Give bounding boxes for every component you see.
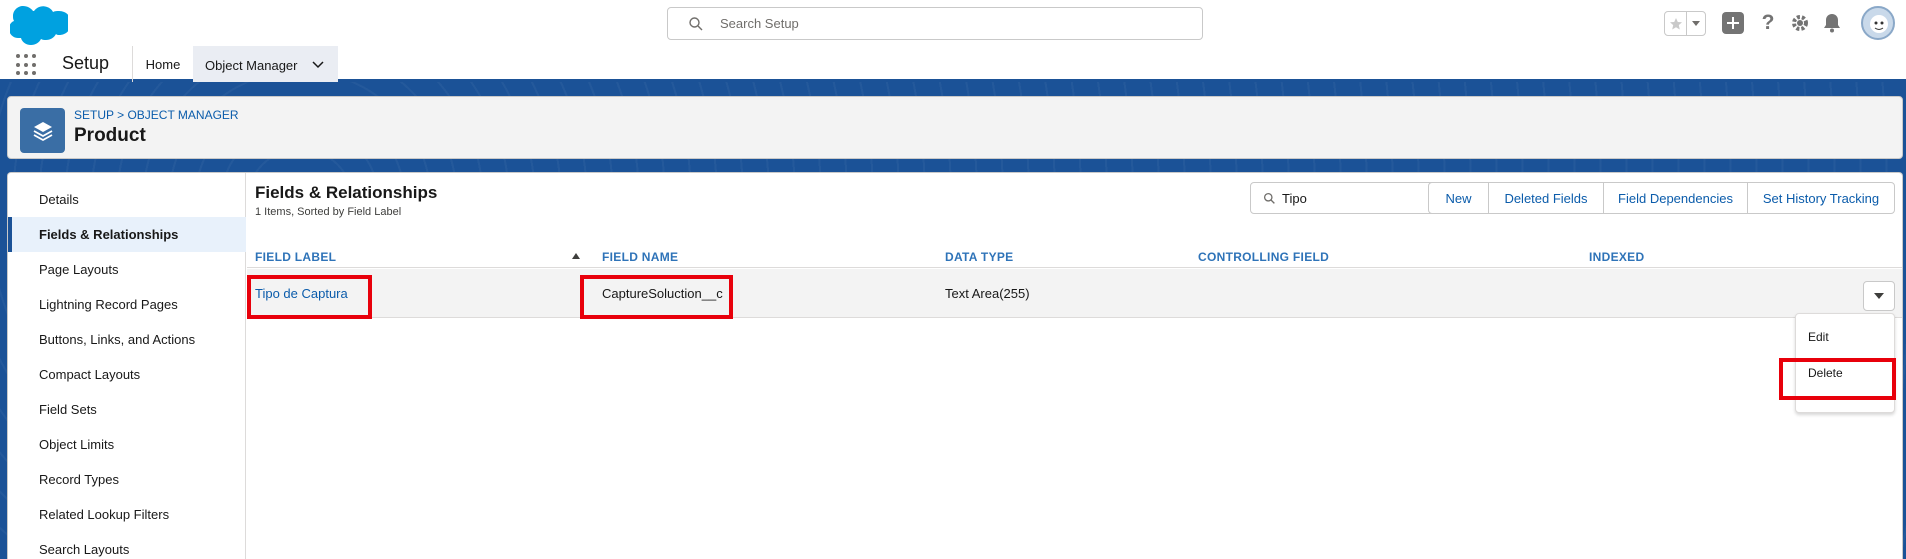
menu-item-edit[interactable]: Edit: [1796, 322, 1896, 352]
global-search-input[interactable]: Search Setup: [667, 7, 1203, 40]
row-actions-button[interactable]: [1863, 281, 1895, 311]
sidebar-item-compact-layouts[interactable]: Compact Layouts: [8, 357, 246, 392]
content-area: Fields & Relationships 1 Items, Sorted b…: [247, 173, 1902, 559]
section-subtitle: 1 Items, Sorted by Field Label: [255, 206, 402, 218]
action-button-group: New Deleted Fields Field Dependencies Se…: [1428, 182, 1895, 214]
sidebar-item-record-types[interactable]: Record Types: [8, 462, 246, 497]
tab-object-manager[interactable]: Object Manager: [193, 46, 338, 82]
table-header: FIELD LABEL FIELD NAME DATA TYPE CONTROL…: [247, 245, 1902, 268]
tab-object-manager-label: Object Manager: [205, 58, 298, 73]
sidebar-item-fields-relationships[interactable]: Fields & Relationships: [8, 217, 246, 252]
chevron-down-icon[interactable]: [1687, 12, 1705, 35]
data-type-cell: Text Area(255): [945, 286, 1030, 301]
breadcrumb[interactable]: SETUP > OBJECT MANAGER: [74, 108, 239, 122]
field-dependencies-button[interactable]: Field Dependencies: [1603, 182, 1748, 214]
app-launcher-icon[interactable]: [16, 54, 38, 76]
search-icon: [1263, 192, 1275, 204]
tab-home[interactable]: Home: [132, 46, 193, 82]
sidebar-item-buttons-links-actions[interactable]: Buttons, Links, and Actions: [8, 322, 246, 357]
context-bar: Setup Home Object Manager: [0, 46, 1906, 82]
sidebar: Details Fields & Relationships Page Layo…: [8, 173, 246, 559]
sidebar-item-details[interactable]: Details: [8, 182, 246, 217]
global-actions-add-icon[interactable]: [1722, 12, 1744, 34]
chevron-down-icon: [1874, 292, 1884, 299]
object-header: SETUP > OBJECT MANAGER Product: [7, 96, 1903, 159]
layers-icon: [20, 108, 65, 153]
set-history-tracking-button[interactable]: Set History Tracking: [1747, 182, 1895, 214]
app-name: Setup: [62, 53, 110, 73]
highlight-delete: [1779, 358, 1896, 400]
sidebar-item-page-layouts[interactable]: Page Layouts: [8, 252, 246, 287]
quick-find-value: Tipo: [1282, 191, 1307, 206]
sidebar-item-object-limits[interactable]: Object Limits: [8, 427, 246, 462]
favorites-button[interactable]: [1664, 11, 1706, 36]
column-header-data-type[interactable]: DATA TYPE: [945, 250, 1013, 264]
global-header: Search Setup ?: [0, 0, 1906, 46]
star-icon[interactable]: [1665, 12, 1687, 35]
quick-find-input[interactable]: Tipo: [1250, 182, 1440, 214]
sidebar-item-search-layouts[interactable]: Search Layouts: [8, 532, 246, 559]
column-header-field-label[interactable]: FIELD LABEL: [255, 250, 336, 264]
highlight-field-label: [247, 275, 372, 319]
sidebar-item-related-lookup-filters[interactable]: Related Lookup Filters: [8, 497, 246, 532]
salesforce-logo[interactable]: [9, 5, 71, 45]
column-header-controlling-field[interactable]: CONTROLLING FIELD: [1198, 250, 1329, 264]
main-panel: Details Fields & Relationships Page Layo…: [7, 172, 1903, 559]
sidebar-item-lightning-record-pages[interactable]: Lightning Record Pages: [8, 287, 246, 322]
chevron-down-icon[interactable]: [312, 61, 324, 69]
help-icon[interactable]: ?: [1759, 11, 1777, 35]
table-row: Tipo de Captura CaptureSoluction__c Text…: [247, 269, 1902, 318]
sidebar-item-field-sets[interactable]: Field Sets: [8, 392, 246, 427]
highlight-field-name: [580, 275, 733, 319]
sort-ascending-icon[interactable]: [572, 253, 580, 259]
user-avatar[interactable]: [1861, 6, 1895, 40]
column-header-field-name[interactable]: FIELD NAME: [602, 250, 678, 264]
deleted-fields-button[interactable]: Deleted Fields: [1488, 182, 1604, 214]
page-title: Product: [74, 125, 146, 146]
gear-icon[interactable]: [1790, 13, 1810, 36]
column-header-indexed[interactable]: INDEXED: [1589, 250, 1644, 264]
new-button[interactable]: New: [1428, 182, 1489, 214]
search-placeholder: Search Setup: [720, 16, 799, 31]
section-title: Fields & Relationships: [255, 183, 438, 202]
bell-icon[interactable]: [1823, 13, 1841, 36]
search-icon: [689, 17, 703, 31]
